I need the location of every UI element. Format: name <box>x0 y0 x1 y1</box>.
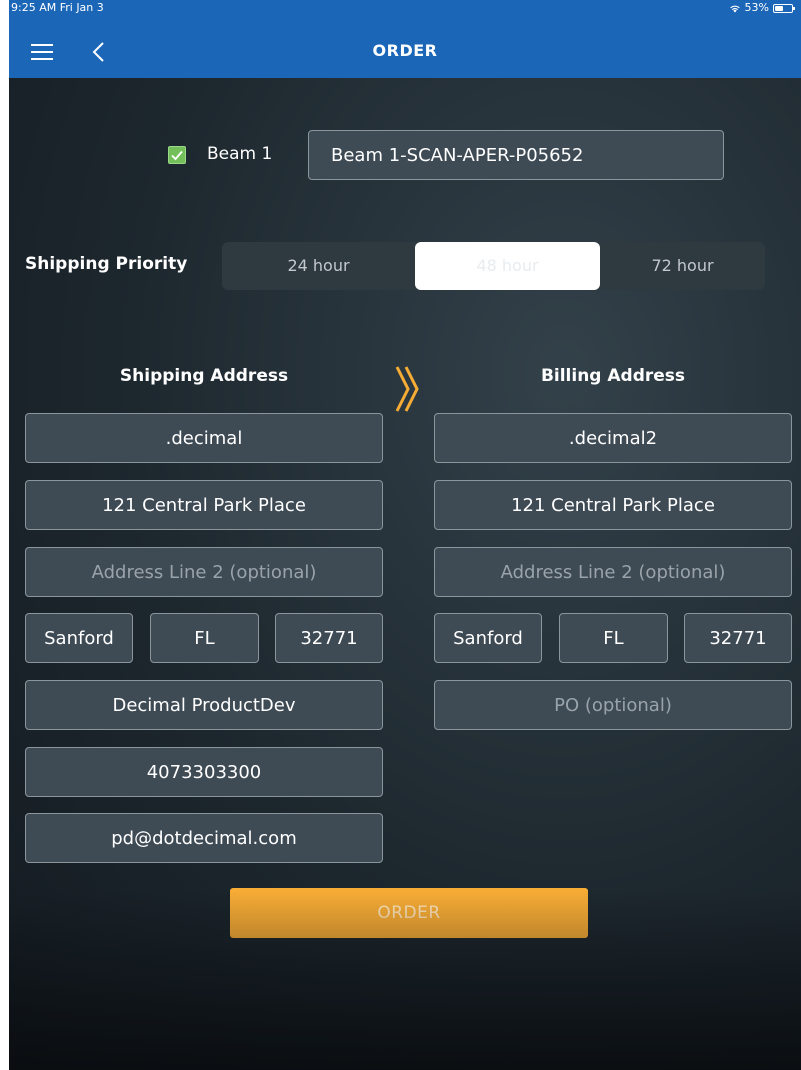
status-right: 53% <box>729 0 795 16</box>
shipping-priority-segmented-control: 24 hour 48 hour 72 hour <box>222 242 765 290</box>
billing-city-field[interactable]: Sanford <box>434 613 542 663</box>
priority-24-hour[interactable]: 24 hour <box>222 242 415 290</box>
billing-address-title: Billing Address <box>540 366 686 386</box>
beam-label: Beam 1 <box>207 144 273 164</box>
billing-po-field[interactable]: PO (optional) <box>434 680 792 730</box>
shipping-address-line2-field[interactable]: Address Line 2 (optional) <box>25 547 383 597</box>
battery-fill <box>775 5 783 11</box>
shipping-priority-label: Shipping Priority <box>25 254 188 274</box>
battery-percent: 53% <box>744 1 769 14</box>
checkmark-icon <box>171 150 183 161</box>
priority-72-hour[interactable]: 72 hour <box>600 242 765 290</box>
shipping-phone-field[interactable]: 4073303300 <box>25 747 383 797</box>
shipping-zip-field[interactable]: 32771 <box>275 613 383 663</box>
double-chevron-right-icon[interactable] <box>395 364 423 414</box>
billing-name-field[interactable]: .decimal2 <box>434 413 792 463</box>
app-screen: 9:25 AM Fri Jan 3 53% ORDER Beam 1 Beam … <box>9 0 801 1070</box>
billing-address-line1-field[interactable]: 121 Central Park Place <box>434 480 792 530</box>
shipping-city-field[interactable]: Sanford <box>25 613 133 663</box>
shipping-company-field[interactable]: Decimal ProductDev <box>25 680 383 730</box>
billing-address-line2-field[interactable]: Address Line 2 (optional) <box>434 547 792 597</box>
shipping-address-title: Shipping Address <box>119 366 289 386</box>
priority-48-hour[interactable]: 48 hour <box>415 242 600 290</box>
billing-zip-field[interactable]: 32771 <box>684 613 792 663</box>
nav-bar: ORDER <box>9 16 801 78</box>
billing-state-field[interactable]: FL <box>559 613 668 663</box>
shipping-email-field[interactable]: pd@dotdecimal.com <box>25 813 383 863</box>
order-button[interactable]: ORDER <box>230 888 588 938</box>
shipping-state-field[interactable]: FL <box>150 613 259 663</box>
shipping-address-line1-field[interactable]: 121 Central Park Place <box>25 480 383 530</box>
battery-icon <box>773 3 795 13</box>
status-bar: 9:25 AM Fri Jan 3 53% <box>9 0 801 16</box>
beam-checkbox[interactable] <box>168 146 186 164</box>
beam-plan-field[interactable]: Beam 1-SCAN-APER-P05652 <box>308 130 724 180</box>
wifi-icon <box>729 5 740 12</box>
shipping-name-field[interactable]: .decimal <box>25 413 383 463</box>
status-time: 9:25 AM Fri Jan 3 <box>11 1 104 14</box>
page-title: ORDER <box>372 41 438 60</box>
